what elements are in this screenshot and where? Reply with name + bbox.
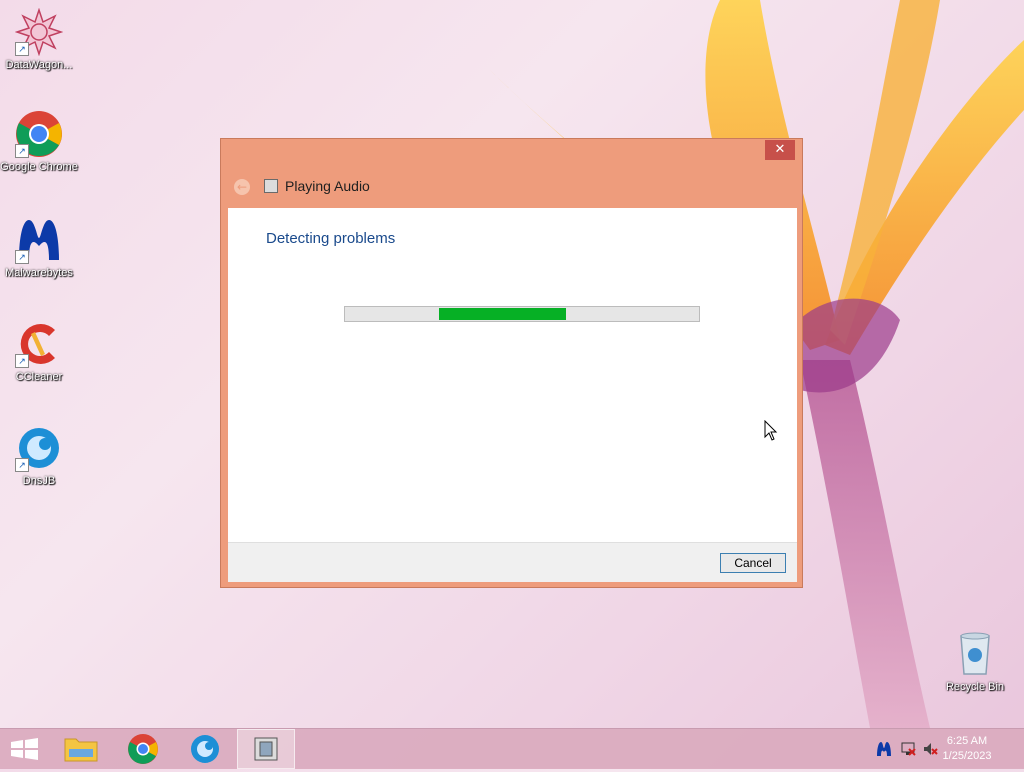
desktop-icon-label: DnsJB <box>22 475 56 487</box>
clock-time: 6:25 AM <box>946 735 988 747</box>
desktop-icon-label: DataWagon... <box>5 59 73 71</box>
desktop-icon-google-chrome[interactable]: ↗ Google Chrome <box>0 110 78 174</box>
taskbar-file-explorer[interactable] <box>52 729 110 769</box>
desktop-icon-label: Google Chrome <box>0 161 78 173</box>
desktop-icon-label: Recycle Bin <box>945 681 1005 693</box>
dialog-content: Detecting problems <box>228 208 797 542</box>
shortcut-arrow-icon: ↗ <box>15 42 29 56</box>
dialog-footer: Cancel <box>228 542 797 582</box>
taskbar-dnsjb[interactable] <box>176 729 234 769</box>
taskbar: 6:25 AM 1/25/2023 <box>0 728 1024 769</box>
dnsjb-icon <box>191 735 219 763</box>
cancel-button[interactable]: Cancel <box>720 553 786 573</box>
dnsjb-icon: ↗ <box>15 424 63 472</box>
system-tray: 6:25 AM 1/25/2023 <box>864 729 1024 769</box>
windows-logo-icon <box>11 738 38 760</box>
shortcut-arrow-icon: ↗ <box>15 250 29 264</box>
back-arrow-icon: ← <box>236 180 248 194</box>
status-heading: Detecting problems <box>266 230 396 247</box>
taskbar-google-chrome[interactable] <box>114 729 172 769</box>
troubleshooter-dialog: ✕ ← Playing Audio Detecting problems Can… <box>220 138 803 588</box>
progress-bar-fill <box>439 308 566 320</box>
mouse-cursor-icon <box>764 420 778 441</box>
close-button[interactable]: ✕ <box>765 140 795 160</box>
network-icon[interactable] <box>900 741 916 757</box>
recycle-bin-icon <box>951 630 999 678</box>
folder-icon <box>64 738 98 762</box>
shortcut-arrow-icon: ↗ <box>15 144 29 158</box>
shortcut-arrow-icon: ↗ <box>15 354 29 368</box>
close-icon: ✕ <box>774 142 786 157</box>
taskbar-troubleshooter[interactable] <box>237 729 295 769</box>
chrome-icon <box>128 734 158 764</box>
ccleaner-icon: ↗ <box>15 320 63 368</box>
datawagon-icon: ↗ <box>14 7 64 57</box>
desktop-icon-dnsjb[interactable]: ↗ DnsJB <box>0 424 78 488</box>
clock[interactable]: 6:25 AM 1/25/2023 <box>932 734 1002 764</box>
desktop-icon-malwarebytes[interactable]: ↗ Malwarebytes <box>0 216 78 280</box>
desktop-icon-datawagon[interactable]: ↗ DataWagon... <box>0 7 78 72</box>
shortcut-arrow-icon: ↗ <box>15 458 29 472</box>
chrome-icon: ↗ <box>15 110 63 158</box>
desktop-icon-ccleaner[interactable]: ↗ CCleaner <box>0 320 78 384</box>
malwarebytes-tray-icon[interactable] <box>876 741 892 757</box>
dialog-title: Playing Audio <box>285 178 370 194</box>
start-button[interactable] <box>0 729 58 769</box>
desktop-icon-label: Malwarebytes <box>5 267 73 279</box>
troubleshooter-icon <box>254 737 278 761</box>
troubleshooter-icon <box>264 179 278 193</box>
malwarebytes-icon: ↗ <box>15 216 63 264</box>
clock-date: 1/25/2023 <box>942 750 992 762</box>
desktop-icon-label: CCleaner <box>15 371 63 383</box>
back-button[interactable]: ← <box>234 179 250 195</box>
progress-bar <box>344 306 700 322</box>
desktop-icon-recycle-bin[interactable]: Recycle Bin <box>936 630 1014 694</box>
